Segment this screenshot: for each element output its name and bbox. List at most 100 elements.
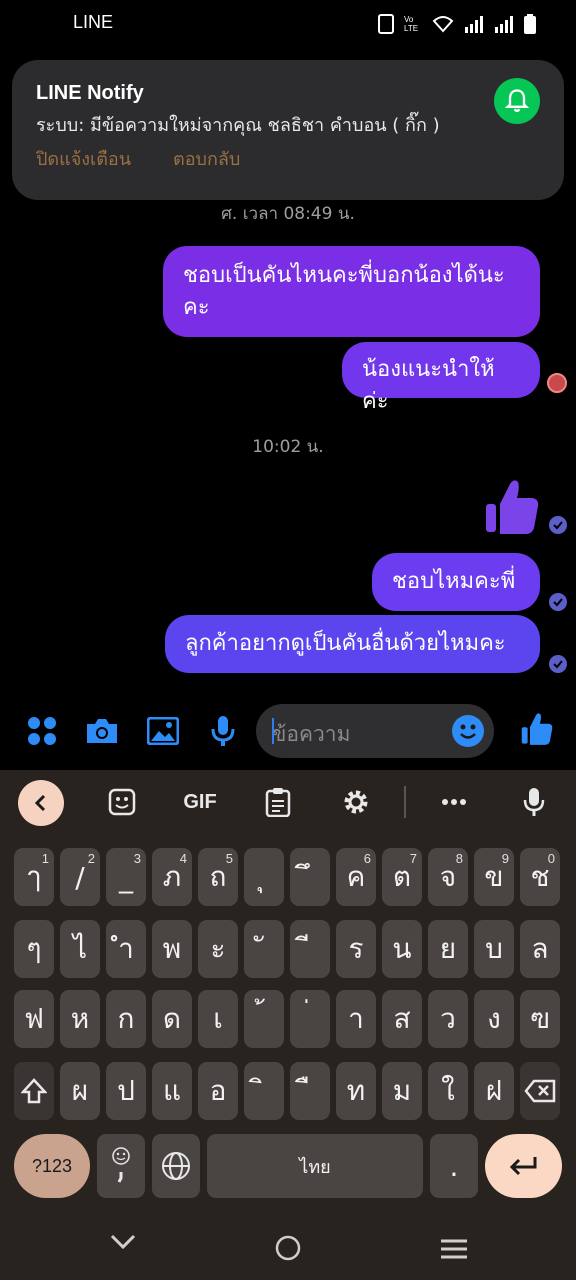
letter-key[interactable]: ใ bbox=[428, 1062, 468, 1120]
collapse-toolbar-button[interactable] bbox=[18, 780, 64, 826]
letter-key[interactable]: อ bbox=[198, 1062, 238, 1120]
letter-key[interactable]: ภ4 bbox=[152, 848, 192, 906]
letter-key[interactable]: ย bbox=[428, 920, 468, 978]
key-label: ฃ bbox=[530, 1002, 550, 1035]
letter-key[interactable]: ว bbox=[428, 990, 468, 1048]
letter-key[interactable]: ผ bbox=[60, 1062, 100, 1120]
letter-key[interactable]: ช0 bbox=[520, 848, 560, 906]
key-label: ะ bbox=[210, 932, 226, 965]
letter-key[interactable]: /2 bbox=[60, 848, 100, 906]
chevron-down-icon[interactable] bbox=[110, 1234, 136, 1250]
emoji-icon[interactable] bbox=[452, 715, 484, 747]
microphone-icon[interactable] bbox=[206, 714, 240, 748]
letter-key[interactable]: ุ bbox=[244, 848, 284, 906]
letter-key[interactable]: ง bbox=[474, 990, 514, 1048]
letter-key[interactable]: พ bbox=[152, 920, 192, 978]
letter-key[interactable]: ๆ bbox=[14, 920, 54, 978]
letter-key[interactable]: ค6 bbox=[336, 848, 376, 906]
message-bubble[interactable]: ชอบไหมคะพี่ bbox=[372, 553, 540, 611]
thumbs-up-icon[interactable] bbox=[484, 478, 540, 536]
key-label: ผ bbox=[71, 1074, 89, 1107]
message-bubble[interactable]: ลูกค้าอยากดูเป็นคันอื่นด้วยไหมคะ bbox=[165, 615, 540, 673]
letter-key[interactable]: ึ bbox=[290, 848, 330, 906]
letter-key[interactable]: ข9 bbox=[474, 848, 514, 906]
letter-key[interactable]: ะ bbox=[198, 920, 238, 978]
letter-key[interactable]: ฃ bbox=[520, 990, 560, 1048]
letter-key[interactable]: ่ bbox=[290, 990, 330, 1048]
key-label: แ bbox=[162, 1074, 182, 1107]
apps-grid-icon[interactable] bbox=[25, 714, 59, 748]
key-label: ย bbox=[439, 932, 457, 965]
gif-button[interactable]: GIF bbox=[180, 784, 220, 820]
letter-key[interactable]: _ 3 bbox=[106, 848, 146, 906]
key-label: ค bbox=[346, 860, 366, 893]
letter-key[interactable]: ด bbox=[152, 990, 192, 1048]
enter-key[interactable] bbox=[485, 1134, 562, 1198]
key-label: ข bbox=[484, 860, 504, 893]
letter-key[interactable]: ำ bbox=[106, 920, 146, 978]
globe-icon[interactable] bbox=[152, 1134, 200, 1198]
letter-key[interactable]: ถ5 bbox=[198, 848, 238, 906]
key-label: ใ bbox=[441, 1074, 455, 1107]
letter-key[interactable]: ร bbox=[336, 920, 376, 978]
letter-key[interactable]: ั bbox=[244, 920, 284, 978]
home-icon[interactable] bbox=[275, 1235, 301, 1261]
notification-card[interactable]: LINE Notify ระบบ: มีข้อความใหม่จากคุณ ชล… bbox=[12, 60, 564, 200]
reply-button[interactable]: ตอบกลับ bbox=[173, 144, 240, 173]
key-label: ก bbox=[117, 1002, 135, 1035]
sticker-icon[interactable] bbox=[104, 784, 140, 820]
letter-key[interactable]: ๅ1 bbox=[14, 848, 54, 906]
letter-key[interactable]: ้ bbox=[244, 990, 284, 1048]
letter-key[interactable]: ท bbox=[336, 1062, 376, 1120]
letter-key[interactable]: บ bbox=[474, 920, 514, 978]
letter-key[interactable]: จ8 bbox=[428, 848, 468, 906]
key-number-hint: 0 bbox=[547, 851, 555, 866]
emoji-comma-key[interactable] bbox=[97, 1134, 145, 1198]
letter-key[interactable]: ิ bbox=[244, 1062, 284, 1120]
letter-key[interactable]: า bbox=[336, 990, 376, 1048]
letter-key[interactable]: ส bbox=[382, 990, 422, 1048]
date-separator: ศ. เวลา 08:49 น. bbox=[221, 204, 355, 224]
key-label: ๅ bbox=[27, 860, 41, 893]
letter-key[interactable]: เ bbox=[198, 990, 238, 1048]
letter-key[interactable]: น bbox=[382, 920, 422, 978]
gallery-icon[interactable] bbox=[146, 714, 180, 748]
letter-key[interactable]: ก bbox=[106, 990, 146, 1048]
like-send-icon[interactable] bbox=[520, 712, 554, 746]
symbols-key[interactable]: ?123 bbox=[14, 1134, 90, 1198]
period-key[interactable]: . bbox=[430, 1134, 478, 1198]
clipboard-icon[interactable] bbox=[262, 784, 294, 820]
voice-input-icon[interactable] bbox=[520, 784, 548, 820]
letter-key[interactable]: ี bbox=[290, 920, 330, 978]
message-bubble[interactable]: น้องแนะนำให้ค่ะ bbox=[342, 342, 540, 414]
message-input[interactable]: ข้อความ bbox=[256, 704, 494, 758]
more-options-icon[interactable] bbox=[438, 784, 470, 820]
letter-key[interactable]: ื bbox=[290, 1062, 330, 1120]
letter-key[interactable]: ไ bbox=[60, 920, 100, 978]
letter-key[interactable]: ม bbox=[382, 1062, 422, 1120]
settings-gear-icon[interactable] bbox=[340, 784, 372, 820]
camera-icon[interactable] bbox=[85, 714, 119, 748]
message-bubble[interactable]: ชอบเป็นคันไหนคะพี่บอกน้องได้นะคะ bbox=[163, 246, 540, 337]
key-label: ท bbox=[346, 1074, 366, 1107]
key-label: ถ bbox=[209, 860, 227, 893]
recents-menu-icon[interactable] bbox=[440, 1238, 468, 1260]
letter-key[interactable]: ต7 bbox=[382, 848, 422, 906]
status-icons: Vo LTE bbox=[378, 12, 536, 36]
letter-key[interactable]: แ bbox=[152, 1062, 192, 1120]
letter-key[interactable]: ห bbox=[60, 990, 100, 1048]
letter-key[interactable]: ป bbox=[106, 1062, 146, 1120]
letter-key[interactable]: ฝ bbox=[474, 1062, 514, 1120]
shift-key[interactable] bbox=[14, 1062, 54, 1120]
keyboard: GIF ๅ1/2_3ภ4ถ5ุึค6ต7จ8ข9ช0ๆไำพะัีรนยบลฟห… bbox=[0, 770, 576, 1210]
battery-icon bbox=[524, 14, 536, 34]
letter-key[interactable]: ฟ bbox=[14, 990, 54, 1048]
key-label: จ bbox=[439, 860, 457, 893]
letter-key[interactable]: ล bbox=[520, 920, 560, 978]
space-key[interactable]: ไทย bbox=[207, 1134, 423, 1198]
key-number-hint: 8 bbox=[455, 851, 463, 866]
key-label: ว bbox=[440, 1002, 456, 1035]
backspace-key[interactable] bbox=[520, 1062, 560, 1120]
dismiss-notification-button[interactable]: ปิดแจ้งเตือน bbox=[36, 144, 131, 173]
navigation-bar bbox=[0, 1210, 576, 1280]
